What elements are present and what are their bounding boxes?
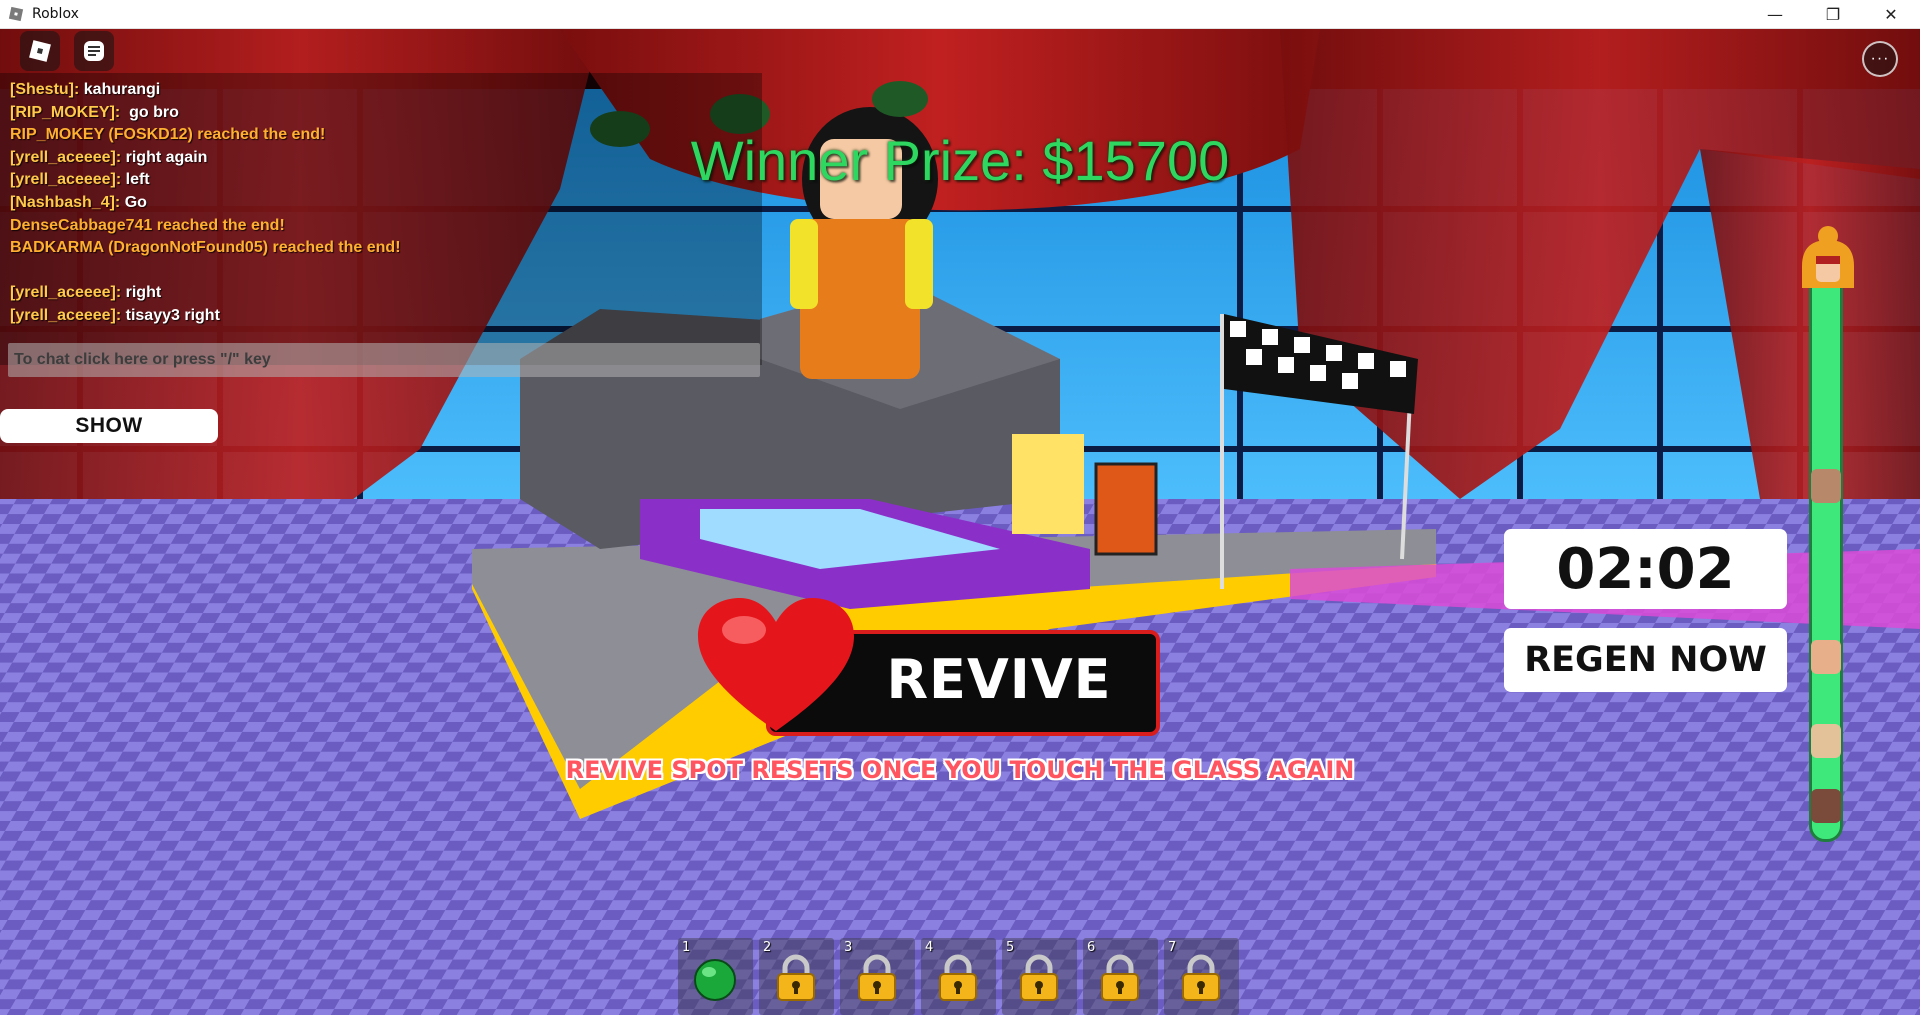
window-title: Roblox: [32, 6, 79, 22]
hotbar-slot[interactable]: 6: [1083, 938, 1158, 1015]
chat-message: [Nashbash_4]: Go: [10, 192, 750, 215]
chat-text: left: [121, 171, 150, 189]
chat-message: [yrell_aceeee]: left: [10, 169, 750, 192]
progress-top-avatar-icon: [1802, 226, 1854, 288]
chat-text: kahurangi: [79, 81, 161, 98]
lock-icon: [777, 954, 815, 1001]
regen-now-button[interactable]: REGEN NOW: [1504, 628, 1787, 692]
lock-icon: [939, 954, 977, 1001]
slot-number: 5: [1006, 940, 1015, 955]
lock-icon: [858, 954, 896, 1001]
chat-speaker[interactable]: [RIP_MOKEY]:: [10, 104, 120, 121]
countdown-timer: 02:02: [1504, 529, 1787, 609]
slot-number: 1: [682, 940, 691, 955]
chat-toggle-button[interactable]: [74, 31, 114, 71]
chat-icon: [84, 41, 104, 61]
chat-spacer: [10, 260, 750, 283]
chat-text: Go: [120, 193, 147, 211]
chat-message: [yrell_aceeee]: right: [10, 282, 750, 305]
roblox-app-icon: [8, 6, 24, 22]
winner-prize-label: Winner Prize: $15700: [690, 129, 1230, 192]
restore-button[interactable]: ❐: [1804, 0, 1862, 28]
system-message: BADKARMA (DragonNotFound05) reached the …: [10, 239, 401, 257]
chat-speaker[interactable]: [yrell_aceeee]:: [10, 149, 121, 166]
lock-icon: [1101, 954, 1139, 1001]
chat-log: [Shestu]: kahurangi [RIP_MOKEY]: go bro RI…: [10, 79, 750, 328]
roblox-logo-icon: [29, 40, 51, 62]
slot-number: 2: [763, 940, 772, 955]
system-message: RIP_MOKEY (FOSKD12) reached the end!: [10, 126, 326, 144]
chat-speaker[interactable]: [yrell_aceeee]:: [10, 171, 121, 188]
chat-speaker[interactable]: [yrell_aceeee]:: [10, 307, 121, 324]
chat-text: tisayy3 right: [121, 306, 220, 324]
lock-icon: [1182, 954, 1220, 1001]
chat-text: right: [121, 284, 162, 302]
hotbar-slot[interactable]: 2: [759, 938, 834, 1015]
heart-icon: [698, 598, 854, 731]
more-options-icon[interactable]: ···: [1862, 41, 1898, 77]
system-message: DenseCabbage741 reached the end!: [10, 216, 285, 234]
close-button[interactable]: ✕: [1862, 0, 1920, 28]
window-title-bar: Roblox — ❐ ✕: [0, 0, 1920, 29]
chat-message: [Shestu]: kahurangi: [10, 79, 750, 102]
hotbar-slot[interactable]: 1: [678, 938, 753, 1015]
chat-message: [yrell_aceeee]: right again: [10, 147, 750, 170]
chat-speaker[interactable]: [Nashbash_4]:: [10, 194, 120, 211]
game-viewport[interactable]: ··· [Shestu]: kahurangi [RIP_MOKEY]: go b…: [0, 29, 1920, 1015]
chat-message: [yrell_aceeee]: tisayy3 right: [10, 305, 750, 328]
slot-number: 6: [1087, 940, 1096, 955]
minimize-button[interactable]: —: [1746, 0, 1804, 28]
hotbar-slot[interactable]: 5: [1002, 938, 1077, 1015]
chat-input[interactable]: To chat click here or press "/" key: [8, 343, 760, 377]
slot-number: 4: [925, 940, 934, 955]
chat-speaker[interactable]: [Shestu]:: [10, 81, 79, 98]
chat-text: right again: [121, 148, 208, 166]
slot-number: 3: [844, 940, 853, 955]
hotbar-slot[interactable]: 7: [1164, 938, 1239, 1015]
revive-note: REVIVE SPOT RESETS ONCE YOU TOUCH THE GL…: [565, 756, 1355, 784]
lock-icon: [1020, 954, 1058, 1001]
green-orb-icon: [694, 959, 736, 1001]
hotbar: 1 2 3 4 5 6 7: [678, 938, 1239, 1015]
revive-label[interactable]: REVIVE: [864, 648, 1134, 711]
hotbar-slot[interactable]: 3: [840, 938, 915, 1015]
show-button[interactable]: SHOW: [0, 409, 218, 443]
hotbar-slot[interactable]: 4: [921, 938, 996, 1015]
player-marker: [1811, 640, 1841, 674]
player-marker: [1811, 724, 1841, 758]
slot-number: 7: [1168, 940, 1177, 955]
chat-message: [RIP_MOKEY]: go bro: [10, 102, 750, 125]
player-marker: [1811, 469, 1841, 503]
roblox-menu-button[interactable]: [20, 31, 60, 71]
player-marker: [1811, 789, 1841, 823]
chat-text: go bro: [120, 103, 179, 121]
chat-speaker[interactable]: [yrell_aceeee]:: [10, 284, 121, 301]
